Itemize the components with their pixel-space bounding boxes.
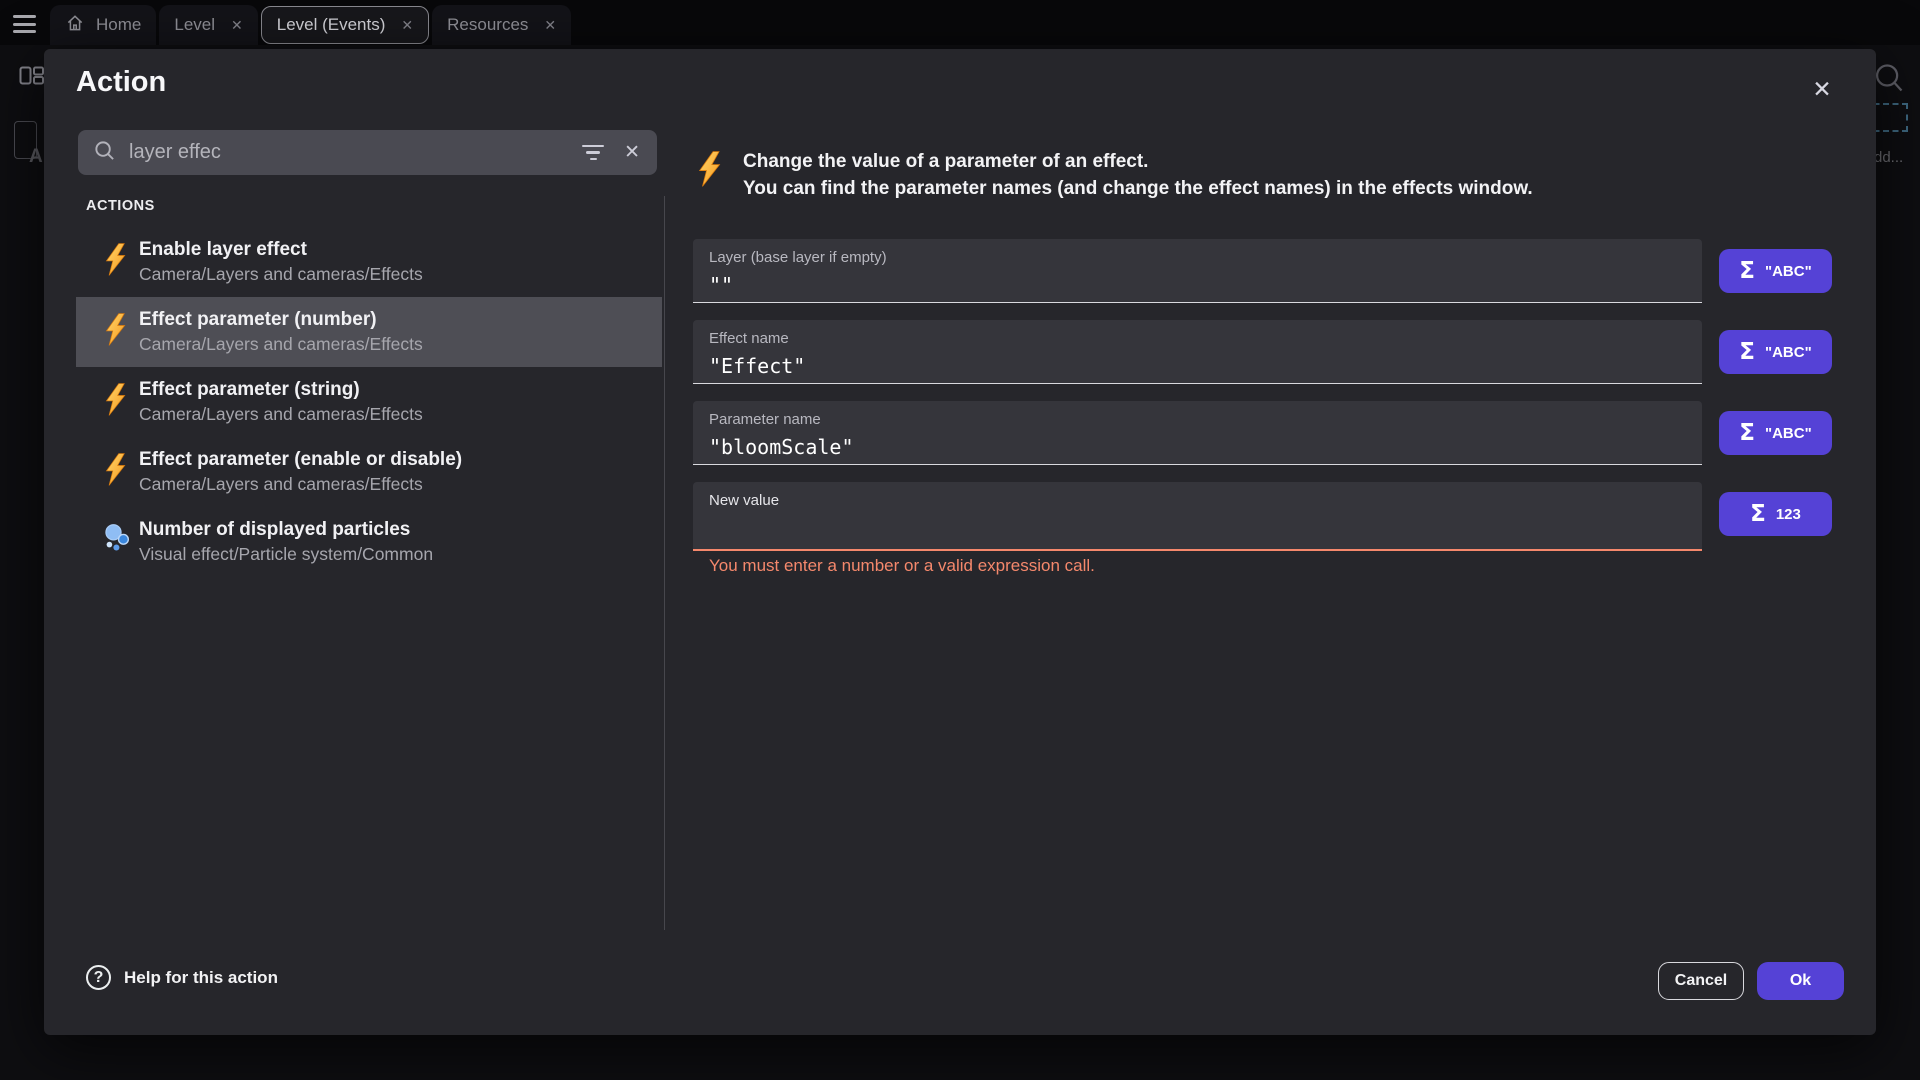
action-item-number-of-displayed-particles[interactable]: Number of displayed particles Visual eff… xyxy=(76,507,662,577)
tab-home[interactable]: Home xyxy=(50,5,156,45)
expression-builder-button[interactable]: Σ "ABC" xyxy=(1719,411,1832,455)
actions-section-header: ACTIONS xyxy=(86,198,155,214)
action-list: Enable layer effect Camera/Layers and ca… xyxy=(76,227,662,577)
tab-resources[interactable]: Resources ✕ xyxy=(432,5,571,45)
cancel-button[interactable]: Cancel xyxy=(1658,962,1744,1000)
field-label: New value xyxy=(709,492,1686,509)
tab-bar: Home Level ✕ Level (Events) ✕ Resources … xyxy=(0,0,1920,45)
field-row-layer: Layer (base layer if empty) "" Σ "ABC" xyxy=(693,239,1844,303)
field-value[interactable]: "" xyxy=(709,273,1686,297)
parameter-fields: Layer (base layer if empty) "" Σ "ABC" E… xyxy=(693,239,1844,576)
description-line-2: You can find the parameter names (and ch… xyxy=(743,175,1533,202)
tab-label: Level xyxy=(174,15,215,35)
dialog-title: Action xyxy=(76,66,166,99)
letter-fragment: A xyxy=(29,146,43,168)
lightning-bolt-icon xyxy=(104,383,130,421)
particles-icon xyxy=(104,523,130,556)
lightning-bolt-icon xyxy=(697,151,722,202)
menu-icon[interactable] xyxy=(13,15,36,38)
expression-builder-button[interactable]: Σ "ABC" xyxy=(1719,249,1832,293)
help-label: Help for this action xyxy=(124,968,278,988)
action-item-path: Camera/Layers and cameras/Effects xyxy=(139,473,462,496)
filter-icon[interactable] xyxy=(581,145,605,160)
layer-field[interactable]: Layer (base layer if empty) "" xyxy=(693,239,1702,303)
tab-level[interactable]: Level ✕ xyxy=(159,5,257,45)
clear-search-icon[interactable]: ✕ xyxy=(624,141,640,164)
magnifier-icon xyxy=(93,139,116,167)
search-icon[interactable] xyxy=(1874,62,1904,99)
field-row-new-value: New value Σ 123 xyxy=(693,482,1844,551)
tab-close-icon[interactable]: ✕ xyxy=(544,17,556,34)
sigma-icon: Σ xyxy=(1739,339,1755,365)
field-label: Effect name xyxy=(709,330,1686,347)
ok-button[interactable]: Ok xyxy=(1757,962,1844,1000)
action-dialog: Action ✕ ✕ ACTIONS Enable layer effect C… xyxy=(44,49,1876,1035)
lightning-bolt-icon xyxy=(104,313,130,351)
lightning-bolt-icon xyxy=(104,453,130,491)
expression-builder-button[interactable]: Σ "ABC" xyxy=(1719,330,1832,374)
sigma-icon: Σ xyxy=(1750,501,1766,527)
home-icon xyxy=(65,13,85,38)
overflow-text-fragment: dd... xyxy=(1874,149,1903,166)
action-item-effect-parameter-number[interactable]: Effect parameter (number) Camera/Layers … xyxy=(76,297,662,367)
action-item-title: Effect parameter (string) xyxy=(139,378,423,402)
field-row-effect-name: Effect name "Effect" Σ "ABC" xyxy=(693,320,1844,384)
tab-close-icon[interactable]: ✕ xyxy=(401,17,413,34)
tab-level-events[interactable]: Level (Events) ✕ xyxy=(261,6,429,44)
tab-close-icon[interactable]: ✕ xyxy=(231,17,243,34)
field-label: Parameter name xyxy=(709,411,1686,428)
field-row-parameter-name: Parameter name "bloomScale" Σ "ABC" xyxy=(693,401,1844,465)
action-item-title: Effect parameter (enable or disable) xyxy=(139,448,462,472)
field-label: Layer (base layer if empty) xyxy=(709,249,1686,266)
sigma-icon: Σ xyxy=(1739,420,1755,446)
action-item-path: Camera/Layers and cameras/Effects xyxy=(139,403,423,426)
tab-label: Home xyxy=(96,15,141,35)
tab-label: Level (Events) xyxy=(277,15,386,35)
action-item-effect-parameter-enable[interactable]: Effect parameter (enable or disable) Cam… xyxy=(76,437,662,507)
effect-name-field[interactable]: Effect name "Effect" xyxy=(693,320,1702,384)
action-item-title: Enable layer effect xyxy=(139,238,423,262)
action-item-effect-parameter-string[interactable]: Effect parameter (string) Camera/Layers … xyxy=(76,367,662,437)
action-item-enable-layer-effect[interactable]: Enable layer effect Camera/Layers and ca… xyxy=(76,227,662,297)
app-background: Home Level ✕ Level (Events) ✕ Resources … xyxy=(0,0,1920,1080)
validation-error-text: You must enter a number or a valid expre… xyxy=(709,556,1844,576)
expression-builder-button[interactable]: Σ 123 xyxy=(1719,492,1832,536)
layout-grid-icon[interactable] xyxy=(19,66,45,91)
search-input[interactable] xyxy=(129,141,581,164)
expression-type-label: "ABC" xyxy=(1765,263,1812,280)
description-line-1: Change the value of a parameter of an ef… xyxy=(743,148,1533,175)
action-description: Change the value of a parameter of an ef… xyxy=(693,148,1844,202)
field-value[interactable]: "Effect" xyxy=(709,354,1686,378)
tab-strip: Home Level ✕ Level (Events) ✕ Resources … xyxy=(50,4,571,45)
expression-type-label: "ABC" xyxy=(1765,344,1812,361)
action-item-path: Camera/Layers and cameras/Effects xyxy=(139,263,423,286)
question-mark-icon: ? xyxy=(86,965,111,990)
action-item-path: Visual effect/Particle system/Common xyxy=(139,543,433,566)
action-item-title: Effect parameter (number) xyxy=(139,308,423,332)
tab-label: Resources xyxy=(447,15,528,35)
dialog-actions: Cancel Ok xyxy=(1658,962,1844,1000)
help-button[interactable]: ? Help for this action xyxy=(86,965,278,990)
action-item-title: Number of displayed particles xyxy=(139,518,433,542)
action-item-path: Camera/Layers and cameras/Effects xyxy=(139,333,423,356)
sigma-icon: Σ xyxy=(1739,258,1755,284)
field-value[interactable]: "bloomScale" xyxy=(709,435,1686,459)
action-search-box: ✕ xyxy=(78,130,657,175)
new-value-field[interactable]: New value xyxy=(693,482,1702,551)
close-icon[interactable]: ✕ xyxy=(1802,69,1842,109)
expression-type-label: "ABC" xyxy=(1765,425,1812,442)
expression-type-label: 123 xyxy=(1776,506,1801,523)
parameter-name-field[interactable]: Parameter name "bloomScale" xyxy=(693,401,1702,465)
action-detail-panel: Change the value of a parameter of an ef… xyxy=(693,148,1844,202)
panel-divider xyxy=(664,196,665,930)
lightning-bolt-icon xyxy=(104,243,130,281)
field-value[interactable] xyxy=(709,516,1686,540)
